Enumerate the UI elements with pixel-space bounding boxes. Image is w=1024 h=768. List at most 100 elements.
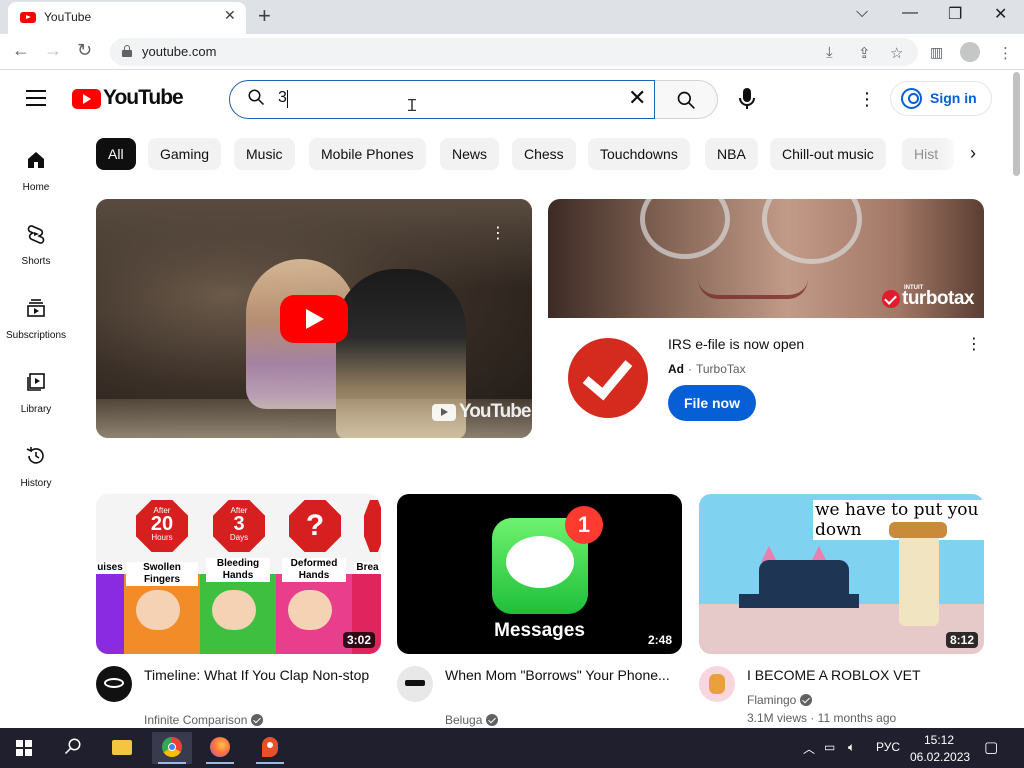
video-title-2[interactable]: When Mom "Borrows" Your Phone...	[445, 665, 675, 685]
clock-time[interactable]: 15:12	[924, 733, 954, 747]
back-button[interactable]: ←	[12, 40, 30, 61]
thumb3-vet	[899, 530, 939, 626]
channel-name-1[interactable]: Infinite Comparison	[144, 713, 247, 727]
search-query-text[interactable]: 3	[278, 89, 287, 107]
chip-music[interactable]: Music	[234, 138, 295, 170]
channel-avatar-1[interactable]	[96, 666, 132, 702]
video-channel-2[interactable]: Beluga	[445, 713, 499, 727]
video-channel-1[interactable]: Infinite Comparison	[144, 713, 264, 727]
chip-nba[interactable]: NBA	[705, 138, 758, 170]
page-scrollbar-thumb[interactable]	[1013, 72, 1020, 176]
notifications-icon[interactable]: ▢	[984, 738, 998, 756]
lock-icon[interactable]	[122, 45, 132, 57]
video-thumbnail-3[interactable]: we have to put you down 8:12	[699, 494, 984, 654]
minimize-button[interactable]: —	[902, 4, 918, 22]
ad-label: Ad	[668, 362, 684, 376]
hero-more-icon[interactable]: ⋮	[490, 223, 506, 243]
browser-tab-youtube[interactable]: YouTube ✕	[8, 2, 246, 34]
tab-search-chevron-icon[interactable]: ⌵	[856, 4, 868, 22]
taskbar-file-explorer[interactable]	[102, 732, 142, 764]
chrome-menu-icon[interactable]: ⋮	[998, 44, 1013, 62]
sidebar-item-history[interactable]: History	[0, 446, 72, 490]
ad-banner-image[interactable]: INTUIT turbotax	[548, 199, 984, 318]
chip-mobile-phones[interactable]: Mobile Phones	[309, 138, 426, 170]
tray-chevron-icon[interactable]: ︿	[803, 740, 815, 757]
thumb1-label: Brea	[354, 562, 381, 574]
reload-button[interactable]: ↻	[77, 40, 92, 61]
chip-news[interactable]: News	[440, 138, 500, 170]
chip-touchdowns[interactable]: Touchdowns	[588, 138, 690, 170]
taskbar-search-icon[interactable]	[64, 737, 82, 755]
address-bar[interactable]	[110, 38, 918, 66]
chip-all[interactable]: All	[96, 138, 136, 170]
clear-search-icon[interactable]: ✕	[628, 85, 646, 111]
input-language[interactable]: РУС	[876, 740, 900, 754]
channel-name-3[interactable]: Flamingo	[747, 693, 796, 707]
taskbar-chrome[interactable]	[152, 732, 192, 764]
install-app-icon[interactable]: ⤓	[826, 44, 833, 61]
video-thumbnail-1[interactable]: After 20 Hours After 3 Days ? uises Swol…	[96, 494, 381, 654]
settings-more-icon[interactable]: ⋮	[858, 89, 876, 110]
youtube-logo-icon[interactable]	[72, 89, 101, 109]
share-icon[interactable]: ⇪	[858, 44, 871, 62]
video-meta-3: 3.1M views · 11 months ago	[747, 711, 897, 725]
network-icon[interactable]: ▭	[824, 740, 835, 754]
folder-icon	[112, 740, 132, 755]
subscriptions-icon	[27, 299, 45, 317]
channel-name-2[interactable]: Beluga	[445, 713, 482, 727]
channel-avatar-2[interactable]	[397, 666, 433, 702]
taskbar-firefox[interactable]	[200, 732, 240, 764]
sidebar-item-library[interactable]: Library	[0, 372, 72, 416]
verified-icon	[800, 694, 813, 706]
sidebar-item-shorts[interactable]: Shorts	[0, 224, 72, 268]
thumb1-label: uises	[96, 562, 124, 574]
flamingo-avatar-icon	[709, 674, 725, 694]
turbotax-check-icon	[882, 290, 900, 308]
file-now-button[interactable]: File now	[668, 385, 756, 421]
channel-avatar-3[interactable]	[699, 666, 735, 702]
volume-icon[interactable]: 🔈︎	[848, 740, 855, 755]
menu-icon[interactable]	[26, 90, 46, 106]
search-button[interactable]	[655, 80, 718, 119]
video-title-3[interactable]: I BECOME A ROBLOX VET	[747, 665, 977, 685]
youtube-logo-text[interactable]: YouTube	[103, 86, 184, 110]
play-button-icon[interactable]	[280, 295, 348, 343]
windows-start-icon[interactable]	[16, 740, 32, 756]
profile-avatar-icon[interactable]	[960, 42, 980, 62]
active-indicator	[256, 762, 284, 764]
new-tab-button[interactable]: +	[258, 3, 271, 29]
ad-more-icon[interactable]: ⋮	[966, 334, 982, 354]
ad-title[interactable]: IRS e-file is now open	[668, 336, 804, 352]
chip-gaming[interactable]: Gaming	[148, 138, 222, 170]
chip-chill-out-music[interactable]: Chill-out music	[770, 138, 886, 170]
turbotax-logo-icon[interactable]	[568, 338, 648, 418]
sidebar-label-shorts: Shorts	[21, 256, 51, 267]
thumb3-hat	[889, 522, 947, 538]
sunglasses-icon	[405, 680, 425, 686]
side-panel-icon[interactable]: ▥	[930, 44, 943, 61]
clock-date[interactable]: 06.02.2023	[910, 750, 970, 764]
chevron-right-icon[interactable]: ›	[970, 143, 976, 164]
url-text[interactable]: youtube.com	[142, 44, 216, 59]
video-title-1[interactable]: Timeline: What If You Clap Non-stop	[144, 665, 374, 685]
ibeam-cursor-icon: Ｉ	[404, 98, 421, 115]
youtube-watermark-icon	[432, 404, 456, 421]
ad-channel: TurboTax	[696, 362, 746, 376]
bookmark-star-icon[interactable]: ☆	[890, 44, 903, 62]
forward-button[interactable]: →	[44, 40, 62, 61]
taskbar-app[interactable]	[250, 732, 290, 764]
video-channel-3[interactable]: Flamingo	[747, 693, 813, 707]
close-window-button[interactable]: ✕	[994, 4, 1007, 24]
tab-close-icon[interactable]: ✕	[224, 7, 236, 24]
featured-video-thumbnail[interactable]: ⋮ YouTube	[96, 199, 532, 438]
youtube-watermark-text: YouTube	[459, 401, 531, 422]
chip-chess[interactable]: Chess	[512, 138, 576, 170]
sidebar-item-subscriptions[interactable]: Subscriptions	[0, 298, 72, 342]
video-thumbnail-2[interactable]: 1 Messages 2:48	[397, 494, 682, 654]
restore-button[interactable]: ❐	[948, 4, 962, 24]
thumb1-sign-big: 3	[233, 513, 245, 535]
microphone-icon[interactable]	[738, 87, 756, 111]
sidebar-item-home[interactable]: Home	[0, 150, 72, 194]
sign-in-label[interactable]: Sign in	[930, 90, 977, 106]
search-input[interactable]	[229, 80, 655, 119]
